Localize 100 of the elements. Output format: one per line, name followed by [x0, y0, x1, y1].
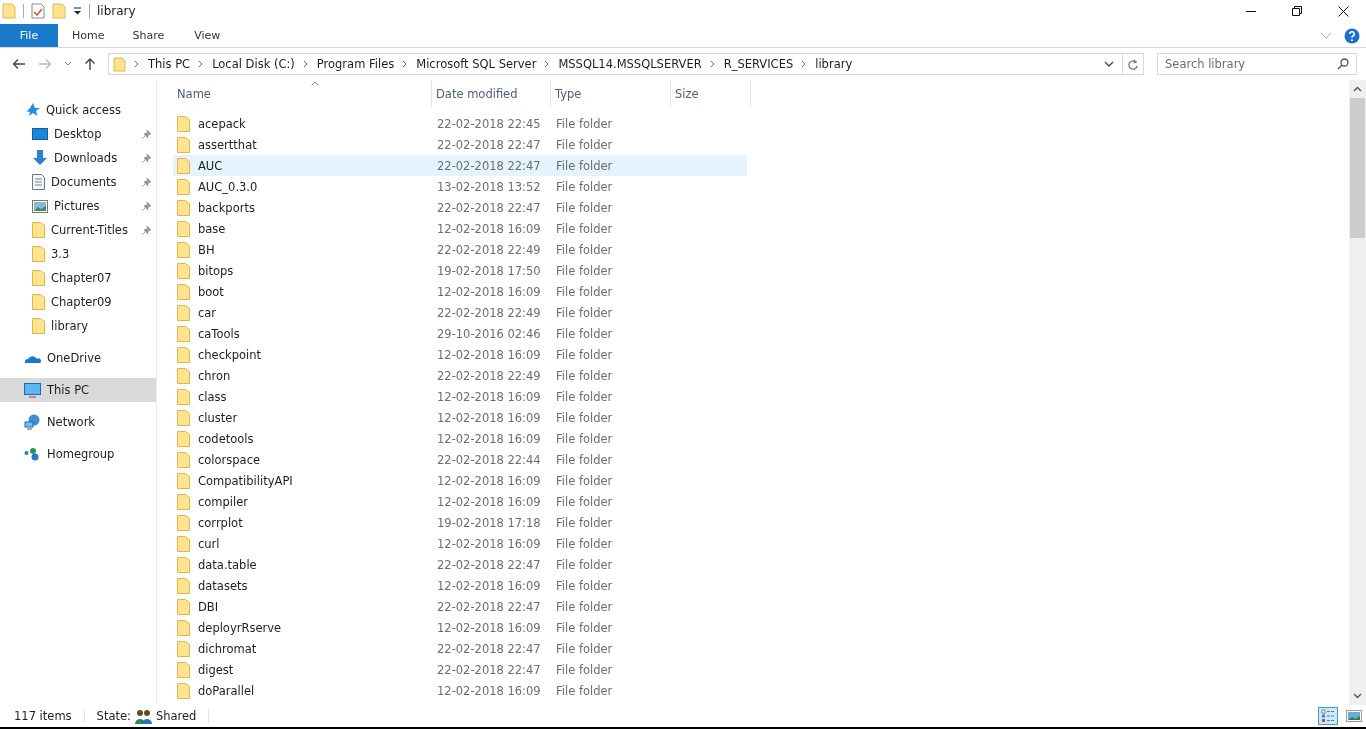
folder-icon — [177, 451, 190, 468]
file-row[interactable]: caTools 29-10-2016 02:46 File folder — [173, 323, 747, 344]
sidebar-item[interactable]: Downloads — [0, 146, 156, 170]
file-name: digest — [198, 662, 234, 677]
file-row[interactable]: datasets 12-02-2018 16:09 File folder — [173, 575, 747, 596]
chevron-icon[interactable] — [544, 60, 551, 68]
breadcrumb[interactable]: Program Files — [316, 57, 395, 71]
ribbon-tab[interactable]: Home — [58, 24, 119, 47]
file-type: File folder — [555, 620, 614, 635]
file-row[interactable]: curl 12-02-2018 16:09 File folder — [173, 533, 747, 554]
sidebar-item[interactable]: Network — [0, 410, 156, 434]
breadcrumb[interactable]: MSSQL14.MSSQLSERVER — [558, 57, 702, 71]
chevron-icon[interactable] — [198, 60, 205, 68]
date-modified: 12-02-2018 16:09 — [436, 578, 542, 593]
breadcrumb[interactable]: This PC — [148, 57, 191, 71]
sidebar-item[interactable]: library — [0, 314, 156, 338]
breadcrumb[interactable]: library — [815, 57, 853, 71]
scroll-up-icon[interactable] — [1353, 86, 1362, 92]
sidebar-item[interactable]: Chapter07 — [0, 266, 156, 290]
scroll-thumb[interactable] — [1350, 98, 1365, 238]
file-type: File folder — [555, 242, 614, 257]
file-row[interactable]: checkpoint 12-02-2018 16:09 File folder — [173, 344, 747, 365]
file-row[interactable]: doParallel 12-02-2018 16:09 File folder — [173, 680, 747, 701]
folder-icon — [177, 178, 190, 195]
chevron-icon[interactable] — [801, 60, 808, 68]
file-row[interactable]: compiler 12-02-2018 16:09 File folder — [173, 491, 747, 512]
chevron-icon[interactable] — [709, 60, 716, 68]
file-type: File folder — [555, 347, 614, 362]
file-row[interactable]: base 12-02-2018 16:09 File folder — [173, 218, 747, 239]
chevron-icon[interactable] — [134, 60, 140, 68]
chevron-icon[interactable] — [402, 60, 409, 68]
file-row[interactable]: cluster 12-02-2018 16:09 File folder — [173, 407, 747, 428]
state-value: Shared — [155, 709, 197, 723]
file-row[interactable]: digest 22-02-2018 22:47 File folder — [173, 659, 747, 680]
breadcrumb[interactable]: Microsoft SQL Server — [416, 57, 537, 71]
file-row[interactable]: class 12-02-2018 16:09 File folder — [173, 386, 747, 407]
file-type: File folder — [555, 536, 614, 551]
sidebar-item[interactable]: This PC — [0, 378, 156, 402]
file-row[interactable]: chron 22-02-2018 22:49 File folder — [173, 365, 747, 386]
file-row[interactable]: AUC_0.3.0 13-02-2018 13:52 File folder — [173, 176, 747, 197]
ribbon-tab[interactable]: Share — [118, 24, 179, 47]
file-type: File folder — [555, 578, 614, 593]
refresh-icon[interactable] — [1127, 57, 1139, 71]
file-row[interactable]: acepack 22-02-2018 22:45 File folder — [173, 113, 747, 134]
breadcrumb[interactable]: Local Disk (C:) — [212, 57, 295, 71]
file-row[interactable]: bitops 19-02-2018 17:50 File folder — [173, 260, 747, 281]
column-header[interactable]: Name — [173, 80, 432, 108]
file-name: colorspace — [198, 452, 261, 467]
dropdown-icon[interactable] — [1104, 61, 1114, 67]
scrollbar[interactable] — [1349, 80, 1366, 705]
file-row[interactable]: data.table 22-02-2018 22:47 File folder — [173, 554, 747, 575]
column-header[interactable]: Size — [671, 80, 751, 108]
chevron-icon[interactable] — [302, 60, 309, 68]
file-row[interactable]: boot 12-02-2018 16:09 File folder — [173, 281, 747, 302]
folder-icon — [177, 346, 190, 363]
sidebar-item[interactable]: Chapter09 — [0, 290, 156, 314]
file-row[interactable]: colorspace 22-02-2018 22:44 File folder — [173, 449, 747, 470]
file-row[interactable]: AUC 22-02-2018 22:47 File folder — [173, 155, 747, 176]
breadcrumb[interactable]: R_SERVICES — [723, 57, 794, 71]
back-icon[interactable] — [12, 58, 26, 70]
up-icon[interactable] — [84, 57, 96, 71]
sidebar-item[interactable]: Homegroup — [0, 442, 156, 466]
column-header[interactable]: Date modified — [432, 80, 551, 108]
file-type: File folder — [555, 389, 614, 404]
sidebar-item[interactable]: Documents — [0, 170, 156, 194]
file-row[interactable]: BH 22-02-2018 22:49 File folder — [173, 239, 747, 260]
scroll-down-icon[interactable] — [1353, 693, 1362, 699]
recent-locations-icon[interactable] — [64, 61, 72, 67]
file-row[interactable]: DBI 22-02-2018 22:47 File folder — [173, 596, 747, 617]
file-row[interactable]: deployrRserve 12-02-2018 16:09 File folder — [173, 617, 747, 638]
file-row[interactable]: codetools 12-02-2018 16:09 File folder — [173, 428, 747, 449]
file-name: data.table — [198, 557, 257, 572]
file-row[interactable]: CompatibilityAPI 12-02-2018 16:09 File folder — [173, 470, 747, 491]
search-field[interactable]: Search library — [1157, 53, 1357, 75]
date-modified: 19-02-2018 17:50 — [436, 263, 542, 278]
folder-icon — [32, 318, 45, 334]
sidebar-item[interactable]: Desktop — [0, 122, 156, 146]
file-row[interactable]: backports 22-02-2018 22:47 File folder — [173, 197, 747, 218]
file-row[interactable]: corrplot 19-02-2018 17:18 File folder — [173, 512, 747, 533]
large-icons-view-button[interactable] — [1344, 707, 1364, 725]
file-name: BH — [198, 242, 215, 257]
sidebar-item[interactable]: 3.3 — [0, 242, 156, 266]
column-header[interactable]: Type — [551, 80, 671, 108]
file-row[interactable]: dichromat 22-02-2018 22:47 File folder — [173, 638, 747, 659]
properties-icon[interactable] — [31, 3, 45, 19]
sidebar-item[interactable]: OneDrive — [0, 346, 156, 370]
file-row[interactable]: assertthat 22-02-2018 22:47 File folder — [173, 134, 747, 155]
file-name: boot — [198, 284, 224, 299]
folder-icon — [177, 493, 190, 510]
sidebar-item[interactable]: Pictures — [0, 194, 156, 218]
help-icon[interactable] — [1344, 27, 1360, 44]
sidebar-item[interactable]: Current-Titles — [0, 218, 156, 242]
details-view-button[interactable] — [1318, 707, 1338, 725]
dropdown-icon[interactable] — [73, 7, 82, 15]
folder-icon — [32, 294, 45, 310]
ribbon-tab[interactable]: File — [0, 24, 58, 47]
file-row[interactable]: car 22-02-2018 22:49 File folder — [173, 302, 747, 323]
ribbon-tab[interactable]: View — [178, 24, 237, 47]
address-bar[interactable]: This PC Local Disk (C:) Program Files Microsoft SQL Server MSSQL14.MSSQLSERVER R_SERVICES library — [108, 53, 1144, 75]
sidebar-item[interactable]: Quick access — [0, 98, 156, 122]
